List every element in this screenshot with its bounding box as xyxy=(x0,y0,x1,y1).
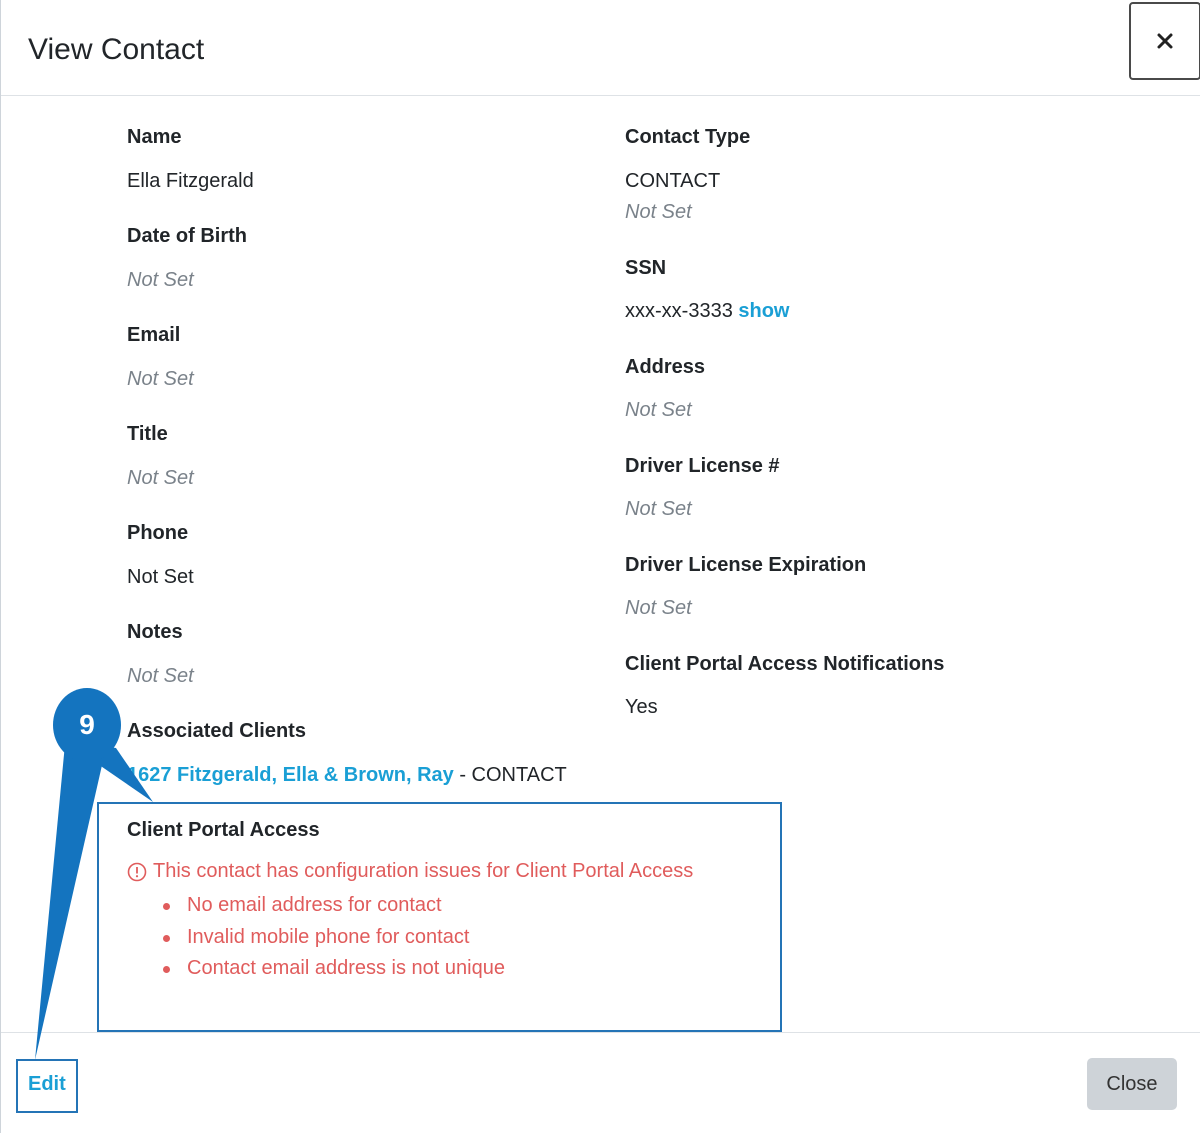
phone-label: Phone xyxy=(127,522,189,544)
title-label: Title xyxy=(127,423,168,445)
modal-title: View Contact xyxy=(28,33,205,66)
modal-footer xyxy=(1,1032,1200,1133)
associated-clients-label: Associated Clients xyxy=(127,720,306,742)
list-item: Invalid mobile phone for contact xyxy=(163,922,505,954)
contact-type-label: Contact Type xyxy=(625,126,751,148)
contact-type-subvalue: Not Set xyxy=(625,201,692,223)
exclamation-circle-icon xyxy=(127,862,147,881)
ssn-show-link[interactable]: show xyxy=(738,300,789,322)
ssn-label: SSN xyxy=(625,257,667,279)
notes-value: Not Set xyxy=(127,665,194,687)
callout-number: 9 xyxy=(79,709,95,740)
client-portal-warning-text: This contact has configuration issues fo… xyxy=(153,860,694,882)
close-x-button[interactable] xyxy=(1129,2,1200,80)
edit-link[interactable]: Edit xyxy=(28,1073,66,1096)
close-icon xyxy=(1157,33,1173,49)
associated-client-type: - CONTACT xyxy=(453,764,567,786)
ssn-value-row: xxx-xx-3333 show xyxy=(625,300,790,323)
portal-notifications-value: Yes xyxy=(625,696,658,718)
associated-client-link[interactable]: 1627 Fitzgerald, Ella & Brown, Ray xyxy=(127,764,454,786)
notes-label: Notes xyxy=(127,621,183,643)
email-label: Email xyxy=(127,324,181,346)
driver-license-label: Driver License # xyxy=(625,455,780,477)
contact-type-value: CONTACT xyxy=(625,170,721,192)
driver-license-value: Not Set xyxy=(625,498,692,520)
client-portal-access-label: Client Portal Access xyxy=(127,819,320,841)
ssn-value: xxx-xx-3333 xyxy=(625,300,733,322)
driver-license-expiration-value: Not Set xyxy=(625,597,692,619)
title-value: Not Set xyxy=(127,467,194,489)
client-portal-warning: This contact has configuration issues fo… xyxy=(127,860,693,883)
email-value: Not Set xyxy=(127,368,194,390)
view-contact-modal: View Contact Name Ella Fitzgerald Date o… xyxy=(0,0,1200,1133)
close-button[interactable]: Close xyxy=(1087,1058,1177,1110)
name-value: Ella Fitzgerald xyxy=(127,170,254,192)
address-label: Address xyxy=(625,356,706,378)
address-value: Not Set xyxy=(625,399,692,421)
list-item: Contact email address is not unique xyxy=(163,953,505,985)
dob-value: Not Set xyxy=(127,269,194,291)
client-portal-issues-list: No email address for contact Invalid mob… xyxy=(163,890,505,985)
name-label: Name xyxy=(127,126,182,148)
phone-value: Not Set xyxy=(127,566,194,588)
callout-pointer-bottom xyxy=(35,744,105,1060)
driver-license-expiration-label: Driver License Expiration xyxy=(625,554,867,576)
associated-clients-value: 1627 Fitzgerald, Ella & Brown, Ray - CON… xyxy=(127,764,567,787)
modal-header: View Contact xyxy=(1,0,1200,96)
list-item: No email address for contact xyxy=(163,890,505,922)
dob-label: Date of Birth xyxy=(127,225,247,247)
portal-notifications-label: Client Portal Access Notifications xyxy=(625,653,945,675)
